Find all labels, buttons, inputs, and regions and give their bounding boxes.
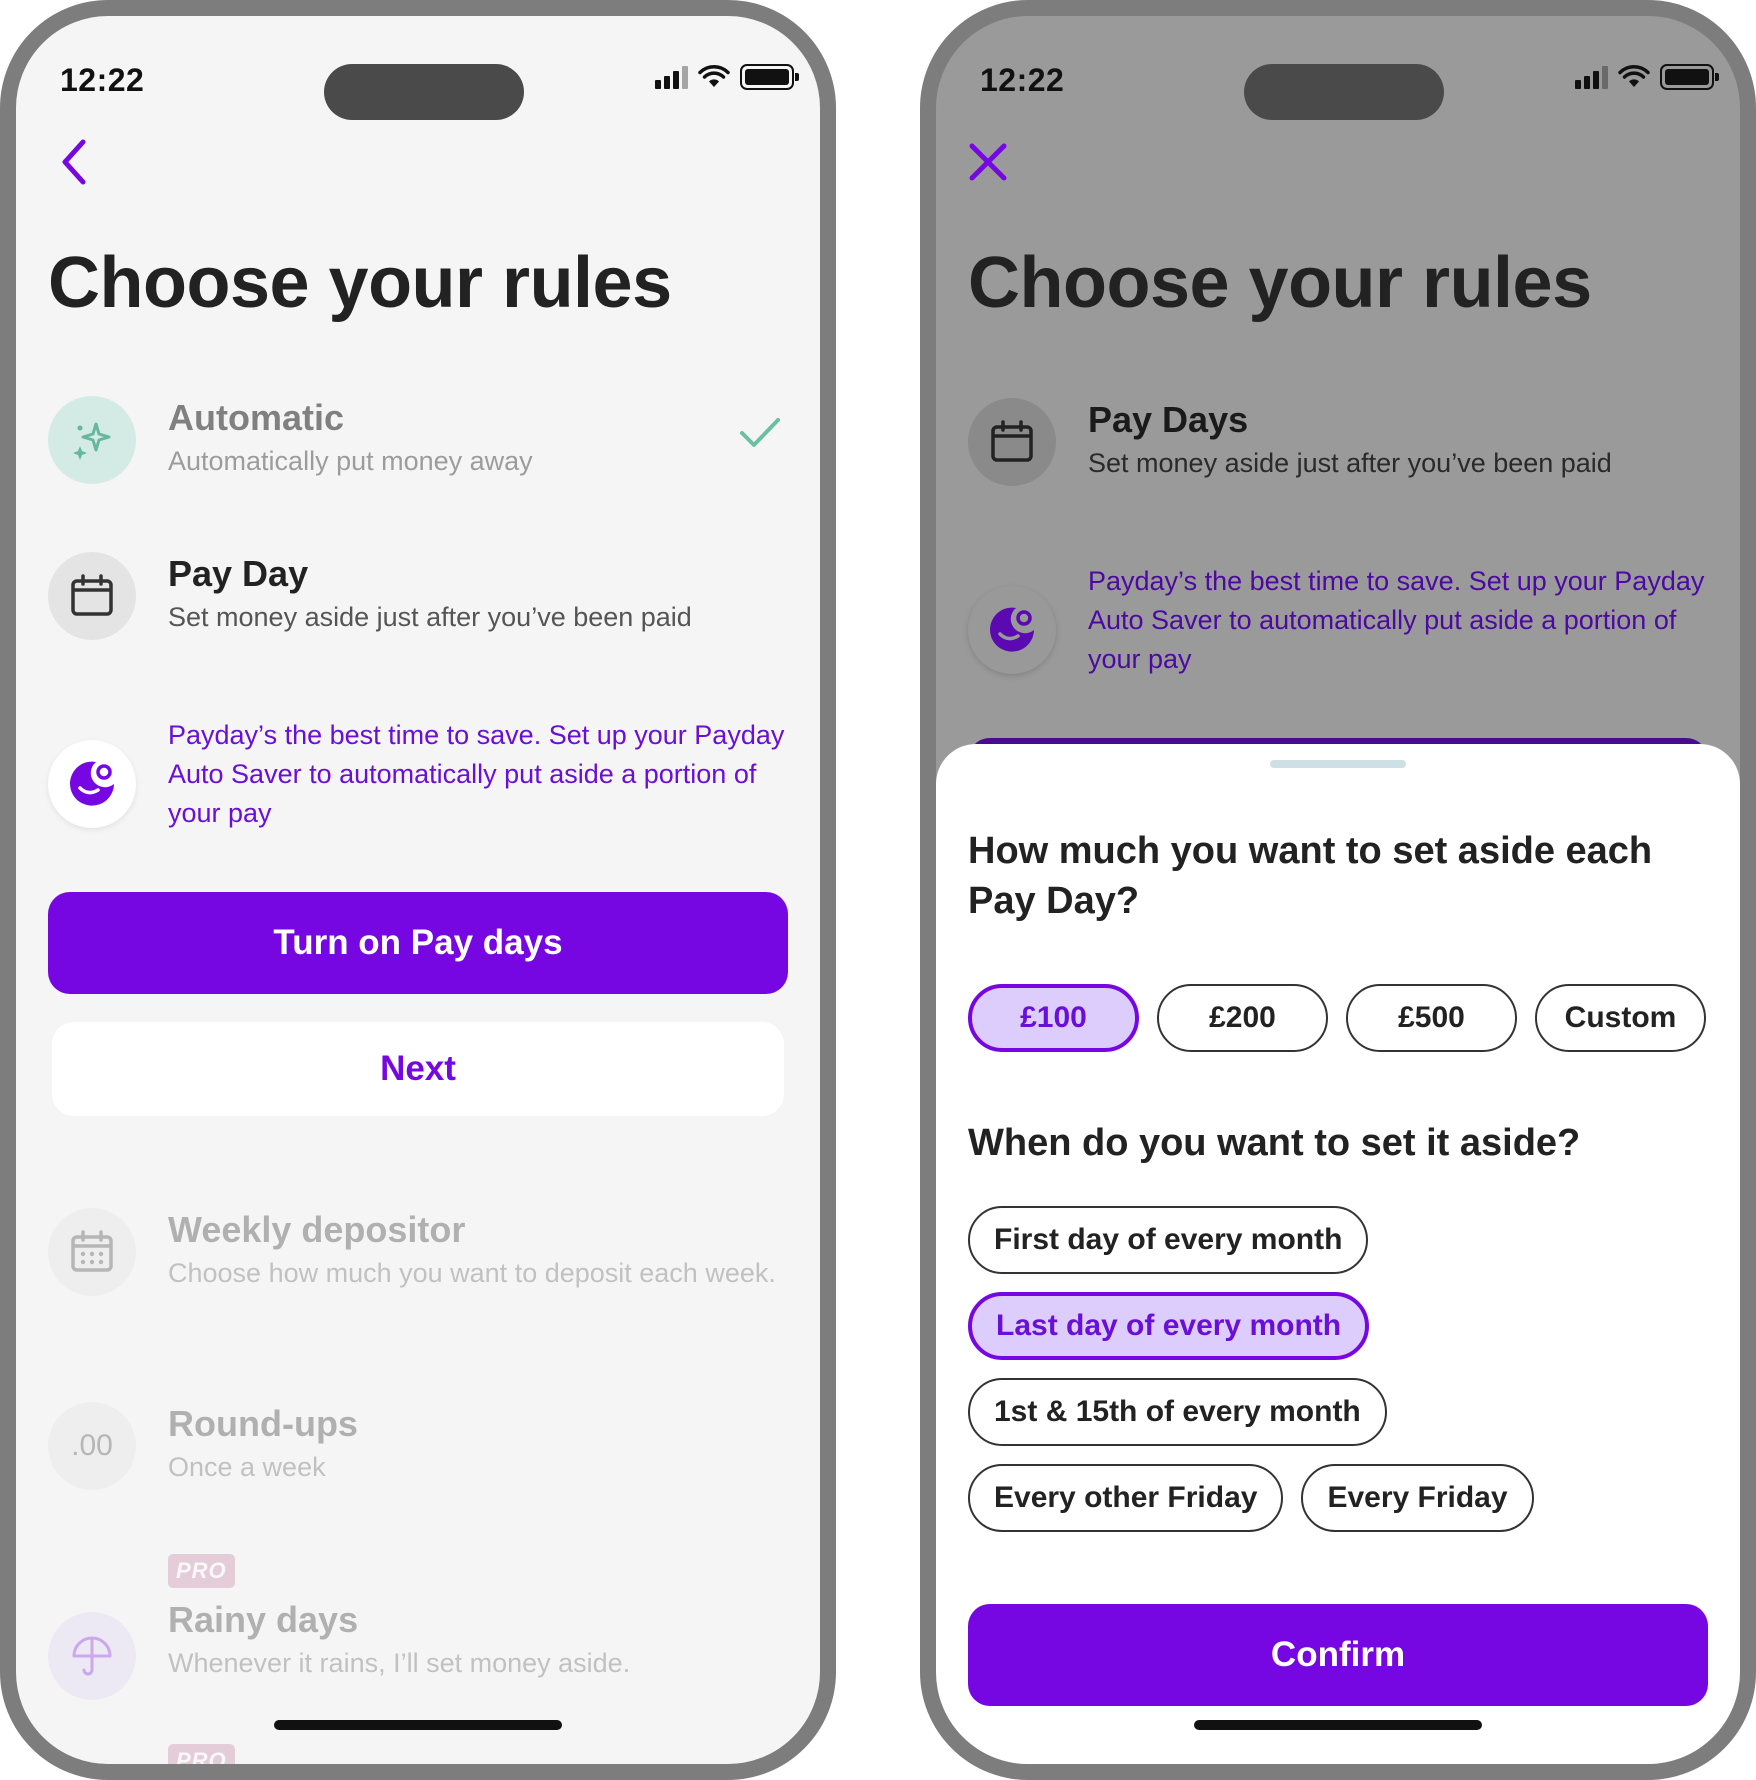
rule-pay-days[interactable]: Pay Days Set money aside just after you’… xyxy=(968,398,1708,486)
back-chevron-icon xyxy=(62,139,86,185)
check-icon xyxy=(740,418,780,447)
rule-round-ups[interactable]: .00 Round-ups Once a week xyxy=(48,1402,788,1490)
rule-weekly-depositor[interactable]: Weekly depositor Choose how much you wan… xyxy=(48,1208,788,1296)
day-chip-1st-15th[interactable]: 1st & 15th of every month xyxy=(968,1378,1387,1446)
when-question: When do you want to set it aside? xyxy=(968,1122,1581,1164)
promo-icon-bg xyxy=(48,740,136,828)
wifi-icon xyxy=(1618,65,1650,87)
status-bar: 12:22 xyxy=(936,16,1740,126)
calendar-icon xyxy=(991,420,1033,462)
promo-text: Payday’s the best time to save. Set up y… xyxy=(1088,566,1705,674)
rule-subtitle: Set money aside just after you’ve been p… xyxy=(1088,448,1612,478)
rule-rainy-days[interactable]: PRO Rainy days Whenever it rains, I’ll s… xyxy=(48,1554,788,1700)
rule-icon-bg xyxy=(48,552,136,640)
rule-title: Weekly depositor xyxy=(168,1209,466,1250)
day-chip-first-day[interactable]: First day of every month xyxy=(968,1206,1369,1274)
rule-title: Round-ups xyxy=(168,1403,358,1444)
payday-promo: Payday’s the best time to save. Set up y… xyxy=(48,716,788,833)
amount-question: How much you want to set aside each Pay … xyxy=(968,830,1653,922)
phone-left: 12:22 Choose your rules Automatic Automa… xyxy=(0,0,836,1780)
status-icons xyxy=(1575,64,1719,90)
next-button[interactable]: Next xyxy=(52,1022,784,1116)
rule-automatic[interactable]: Automatic Automatically put money away xyxy=(48,396,788,484)
signal-icon xyxy=(655,65,688,89)
promo-text: Payday’s the best time to save. Set up y… xyxy=(168,720,785,828)
calendar-icon xyxy=(71,574,113,616)
page-title: Choose your rules xyxy=(48,243,672,323)
rule-subtitle: Automatically put money away xyxy=(168,446,533,476)
day-chip-last-day[interactable]: Last day of every month xyxy=(968,1292,1370,1360)
rule-title: Pay Day xyxy=(168,553,309,594)
round-ups-icon: .00 xyxy=(48,1402,136,1490)
battery-icon xyxy=(740,64,799,90)
sheet-handle[interactable] xyxy=(1270,760,1406,768)
home-indicator xyxy=(274,1720,562,1730)
status-icons xyxy=(655,64,799,90)
pro-badge: PRO xyxy=(168,1744,235,1764)
close-icon xyxy=(969,143,1007,181)
promo-icon-bg xyxy=(968,586,1056,674)
rule-icon-bg xyxy=(48,396,136,484)
home-indicator xyxy=(1194,1720,1482,1730)
day-chip-every-other-friday[interactable]: Every other Friday xyxy=(968,1464,1284,1532)
status-bar: 12:22 xyxy=(16,16,820,126)
amount-chip-500[interactable]: £500 xyxy=(1346,984,1517,1052)
rule-icon-bg xyxy=(968,398,1056,486)
rule-icon-bg xyxy=(48,1208,136,1296)
close-button[interactable] xyxy=(960,134,1016,190)
status-time: 12:22 xyxy=(60,62,145,98)
amount-chip-custom[interactable]: Custom xyxy=(1535,984,1706,1052)
rule-icon-bg xyxy=(48,1612,136,1700)
payday-moon-icon xyxy=(990,607,1034,652)
dynamic-island xyxy=(324,64,524,120)
page-title: Choose your rules xyxy=(968,243,1592,323)
rule-subtitle: Whenever it rains, I’ll set money aside. xyxy=(168,1648,631,1678)
rule-title: Automatic xyxy=(168,397,345,438)
payday-promo: Payday’s the best time to save. Set up y… xyxy=(968,562,1708,679)
rule-next-pro: PRO xyxy=(168,1744,235,1764)
battery-icon xyxy=(1660,64,1719,90)
amount-chip-200[interactable]: £200 xyxy=(1157,984,1328,1052)
wifi-icon xyxy=(698,65,730,87)
pro-badge: PRO xyxy=(168,1554,235,1588)
payday-moon-icon xyxy=(70,761,114,806)
status-time: 12:22 xyxy=(980,62,1065,98)
bottom-sheet: How much you want to set aside each Pay … xyxy=(936,744,1740,1764)
amount-options: £100 £200 £500 Custom xyxy=(968,984,1706,1052)
rule-title: Rainy days xyxy=(168,1599,359,1640)
rule-title: Pay Days xyxy=(1088,399,1249,440)
turn-on-pay-days-button[interactable]: Turn on Pay days xyxy=(48,892,788,994)
calendar-dots-icon xyxy=(71,1230,113,1272)
day-options: First day of every month Last day of eve… xyxy=(968,1206,1534,1550)
phone-right: 12:22 Choose your rules Pay Days Set mon… xyxy=(920,0,1756,1780)
signal-icon xyxy=(1575,65,1608,89)
umbrella-icon xyxy=(72,1636,112,1676)
confirm-button[interactable]: Confirm xyxy=(968,1604,1708,1706)
rule-subtitle: Once a week xyxy=(168,1452,326,1482)
rule-subtitle: Choose how much you want to deposit each… xyxy=(168,1258,776,1288)
sparkle-icon xyxy=(73,422,111,460)
day-chip-every-friday[interactable]: Every Friday xyxy=(1301,1464,1534,1532)
dynamic-island xyxy=(1244,64,1444,120)
rule-pay-day[interactable]: Pay Day Set money aside just after you’v… xyxy=(48,552,788,640)
rule-subtitle: Set money aside just after you’ve been p… xyxy=(168,602,692,632)
amount-chip-100[interactable]: £100 xyxy=(968,984,1139,1052)
back-button[interactable] xyxy=(46,134,102,190)
